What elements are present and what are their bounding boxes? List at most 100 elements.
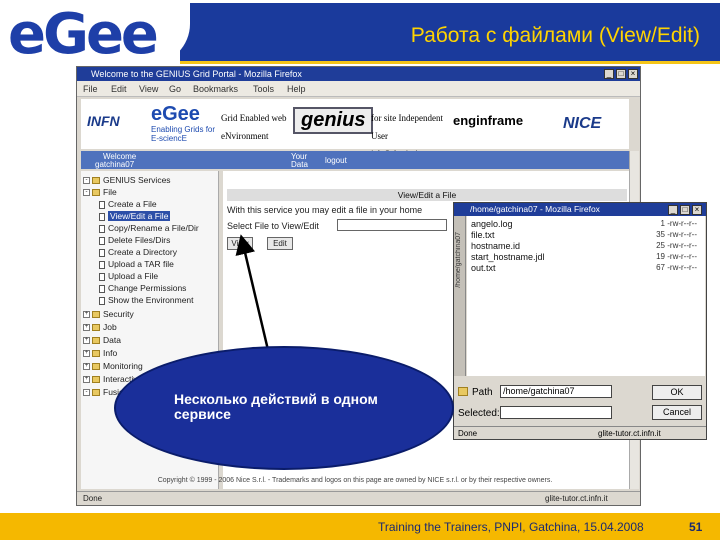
tree-data[interactable]: + Data: [83, 335, 121, 345]
grid-enabled-text: Grid Enabled web eNvironment: [221, 109, 301, 145]
file-row[interactable]: out.txt 67 -rw-r--r--: [471, 263, 701, 273]
tree-item-view-edit[interactable]: View/Edit a File: [99, 211, 171, 221]
close-icon[interactable]: ×: [692, 205, 702, 215]
tree-security[interactable]: + Security: [83, 309, 134, 319]
file-icon: [99, 284, 105, 293]
tree-item-create-dir[interactable]: Create a Directory: [99, 247, 177, 257]
tree-root-label: GENIUS Services: [103, 175, 171, 185]
file-icon: [99, 272, 105, 281]
file-icon: [99, 212, 105, 221]
folder-icon: [92, 337, 100, 345]
menu-file[interactable]: File: [83, 84, 98, 94]
folder-icon: [92, 350, 100, 358]
folder-icon: [92, 324, 100, 332]
tree-item-label: Show the Environment: [108, 295, 194, 305]
tree-monitoring[interactable]: + Monitoring: [83, 361, 143, 371]
cancel-button[interactable]: Cancel: [652, 405, 702, 420]
tree-label: Info: [103, 348, 118, 358]
menu-tools[interactable]: Tools: [253, 84, 274, 94]
tree-item-label: Change Permissions: [108, 283, 187, 293]
tree-item-upload-tar[interactable]: Upload a TAR file: [99, 259, 174, 269]
tree-label: Security: [103, 309, 134, 319]
browser-statusbar: Done glite-tutor.ct.infn.it: [77, 491, 640, 505]
popup-status-host: glite-tutor.ct.infn.it: [598, 429, 661, 438]
egee-logo: eGee: [8, 2, 159, 67]
logo-area: eGee: [0, 0, 190, 67]
file-perm: -rw-r--r--: [667, 230, 697, 239]
file-size: 25: [656, 241, 665, 250]
tree-root[interactable]: - GENIUS Services: [83, 175, 171, 185]
menu-bookmarks[interactable]: Bookmarks: [193, 84, 238, 94]
file-size: 19: [656, 252, 665, 261]
file-name: angelo.log: [471, 219, 513, 229]
file-perm: -rw-r--r--: [667, 241, 697, 250]
file-icon: [99, 200, 105, 209]
file-list: angelo.log 1 -rw-r--r-- file.txt 35 -rw-r-…: [467, 216, 705, 376]
tree-item-delete[interactable]: Delete Files/Dirs: [99, 235, 170, 245]
welcome-user: gatchina07: [95, 160, 135, 169]
folder-icon: [92, 389, 100, 397]
view-button[interactable]: View: [227, 237, 253, 250]
tree-item-label: Copy/Rename a File/Dir: [108, 223, 199, 233]
nice-logo: NICE: [563, 115, 602, 132]
tree-item-permissions[interactable]: Change Permissions: [99, 283, 186, 293]
slide-title: Работа с файлами (View/Edit): [410, 24, 700, 47]
popup-title: /home/gatchina07 - Mozilla Firefox: [470, 204, 600, 214]
file-browser-popup: /home/gatchina07 - Mozilla Firefox _ □ ×…: [453, 202, 707, 440]
tree-item-copy-rename[interactable]: Copy/Rename a File/Dir: [99, 223, 199, 233]
tree-file[interactable]: - File: [83, 187, 117, 197]
file-row[interactable]: hostname.id 25 -rw-r--r--: [471, 241, 701, 251]
ok-button[interactable]: OK: [652, 385, 702, 400]
file-size: 35: [656, 230, 665, 239]
folder-icon: [92, 189, 100, 197]
tree-item-label: Create a File: [108, 199, 157, 209]
maximize-icon[interactable]: □: [680, 205, 690, 215]
menu-go[interactable]: Go: [169, 84, 181, 94]
file-name: hostname.id: [471, 241, 521, 251]
maximize-icon[interactable]: □: [616, 69, 626, 79]
tree-item-environment[interactable]: Show the Environment: [99, 295, 194, 305]
file-name: start_hostname.jdl: [471, 252, 545, 262]
tree-info[interactable]: + Info: [83, 348, 117, 358]
status-text: Done: [83, 494, 103, 503]
tree-item-label: Create a Directory: [108, 247, 177, 257]
genius-logo: genius: [293, 107, 374, 134]
tree-item-upload-file[interactable]: Upload a File: [99, 271, 158, 281]
minimize-icon[interactable]: _: [604, 69, 614, 79]
edit-button[interactable]: Edit: [267, 237, 293, 250]
data-label: Data: [291, 160, 308, 169]
enginframe-logo: enginframe: [453, 113, 524, 128]
menu-edit[interactable]: Edit: [111, 84, 127, 94]
logout-link[interactable]: logout: [325, 156, 347, 165]
tree-item-label: Delete Files/Dirs: [108, 235, 171, 245]
popup-status-text: Done: [458, 429, 478, 438]
file-perm: -rw-r--r--: [667, 263, 697, 272]
minimize-icon[interactable]: _: [668, 205, 678, 215]
path-label: Path: [472, 387, 493, 398]
folder-icon: [92, 376, 100, 384]
service-description: With this service you may edit a file in…: [227, 205, 423, 215]
tree-label: Job: [103, 322, 117, 332]
file-row[interactable]: angelo.log 1 -rw-r--r--: [471, 219, 701, 229]
path-input[interactable]: /home/gatchina07: [500, 385, 612, 398]
selected-input[interactable]: [500, 406, 612, 419]
file-icon: [99, 248, 105, 257]
file-icon: [99, 296, 105, 305]
grid-line-1: Grid Enabled web: [221, 113, 287, 123]
tree-item-create-file[interactable]: Create a File: [99, 199, 157, 209]
tree-job[interactable]: + Job: [83, 322, 117, 332]
file-row[interactable]: start_hostname.jdl 19 -rw-r--r--: [471, 252, 701, 262]
menu-view[interactable]: View: [139, 84, 158, 94]
file-perm: -rw-r--r--: [667, 252, 697, 261]
file-icon: [99, 224, 105, 233]
close-icon[interactable]: ×: [628, 69, 638, 79]
file-name: file.txt: [471, 230, 495, 240]
select-file-input[interactable]: [337, 219, 447, 231]
menu-help[interactable]: Help: [287, 84, 306, 94]
enabling-grids-text: Enabling Grids for E-sciencE: [151, 125, 216, 143]
browser-title: Welcome to the GENIUS Grid Portal - Mozi…: [91, 69, 302, 79]
file-row[interactable]: file.txt 35 -rw-r--r--: [471, 230, 701, 240]
view-edit-heading: View/Edit a File: [227, 189, 627, 201]
callout-text: Несколько действий в одном сервисе: [174, 391, 378, 422]
folder-icon: [458, 387, 468, 396]
